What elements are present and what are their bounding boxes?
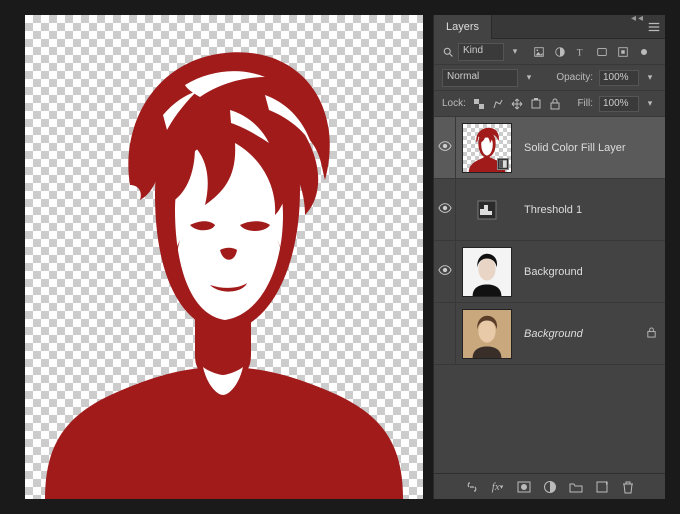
eye-icon [438, 201, 452, 218]
filter-adjustment-icon[interactable] [553, 45, 567, 59]
layers-bottom-toolbar: fx▾ [434, 473, 665, 499]
fill-input[interactable]: 100% [599, 96, 639, 112]
layer-thumbnail[interactable] [474, 197, 500, 223]
blend-mode-select[interactable]: Normal [442, 69, 518, 87]
link-layers-icon[interactable] [464, 479, 480, 495]
layer-filter-row: Kind ▾ T [434, 39, 665, 65]
layer-mask-icon[interactable] [516, 479, 532, 495]
layer-thumbnail[interactable] [462, 247, 512, 297]
lock-pixels-icon[interactable] [491, 97, 505, 111]
panel-collapse-icon[interactable]: ◂◂ [631, 13, 645, 24]
layer-row[interactable]: Solid Color Fill Layer [434, 117, 665, 179]
filter-type-icon[interactable]: T [574, 45, 588, 59]
lock-row: Lock: Fill: 100% ▾ [434, 91, 665, 117]
filter-kind-select[interactable]: Kind [458, 43, 504, 61]
eye-icon [438, 139, 452, 156]
document-canvas[interactable] [25, 15, 423, 499]
chevron-down-icon[interactable]: ▾ [643, 98, 657, 109]
chevron-down-icon[interactable]: ▾ [643, 72, 657, 83]
chevron-down-icon[interactable]: ▾ [522, 72, 536, 83]
eye-icon [438, 263, 452, 280]
visibility-toggle[interactable] [434, 179, 456, 240]
layer-style-icon[interactable]: fx▾ [490, 479, 506, 495]
visibility-toggle[interactable] [434, 303, 456, 364]
delete-layer-icon[interactable] [620, 479, 636, 495]
layer-row[interactable]: Threshold 1 [434, 179, 665, 241]
new-layer-icon[interactable] [594, 479, 610, 495]
visibility-toggle[interactable] [434, 241, 456, 302]
fill-label: Fill: [577, 98, 593, 109]
layer-name[interactable]: Background [518, 328, 643, 340]
layer-name[interactable]: Threshold 1 [518, 204, 659, 216]
opacity-label: Opacity: [556, 72, 593, 83]
lock-icon [643, 327, 659, 341]
layer-thumbnail[interactable] [462, 123, 512, 173]
search-icon [442, 46, 454, 58]
blend-mode-row: Normal ▾ Opacity: 100% ▾ [434, 65, 665, 91]
layer-name[interactable]: Background [518, 266, 659, 278]
group-icon[interactable] [568, 479, 584, 495]
layers-panel: Layers ◂◂ Kind ▾ T Normal [433, 15, 665, 499]
lock-all-icon[interactable] [548, 97, 562, 111]
visibility-toggle[interactable] [434, 117, 456, 178]
filter-smartobject-icon[interactable] [616, 45, 630, 59]
lock-label: Lock: [442, 98, 466, 109]
opacity-input[interactable]: 100% [599, 70, 639, 86]
layers-tab[interactable]: Layers [434, 15, 492, 39]
filter-shape-icon[interactable] [595, 45, 609, 59]
filter-toggle-dot[interactable] [637, 45, 651, 59]
layer-row[interactable]: Background [434, 241, 665, 303]
lock-transparency-icon[interactable] [472, 97, 486, 111]
layer-thumbnail[interactable] [462, 309, 512, 359]
panel-tabbar: Layers ◂◂ [434, 15, 665, 39]
chevron-down-icon[interactable]: ▾ [508, 46, 522, 57]
svg-text:T: T [577, 48, 583, 58]
canvas-area [15, 15, 433, 499]
artwork-portrait [25, 15, 423, 499]
layer-mask-link-icon[interactable] [497, 158, 509, 170]
lock-position-icon[interactable] [510, 97, 524, 111]
adjustment-layer-icon[interactable] [542, 479, 558, 495]
layer-row[interactable]: Background [434, 303, 665, 365]
filter-pixel-icon[interactable] [532, 45, 546, 59]
layer-name[interactable]: Solid Color Fill Layer [518, 142, 659, 154]
panel-menu-icon[interactable] [647, 20, 661, 37]
lock-artboard-icon[interactable] [529, 97, 543, 111]
layer-list: Solid Color Fill Layer Threshold 1 [434, 117, 665, 473]
